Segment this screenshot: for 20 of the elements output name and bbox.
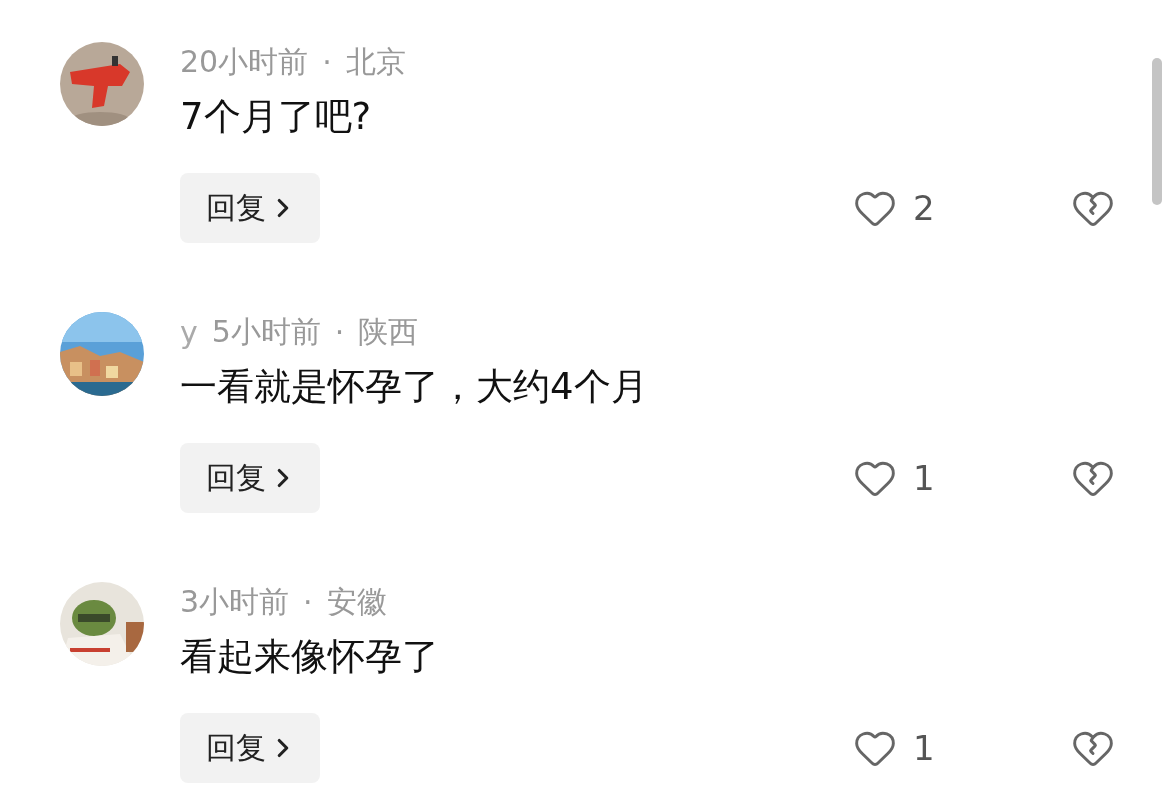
comment-text: 7个月了吧? <box>180 95 373 139</box>
comment-location: 陕西 <box>358 313 419 351</box>
dot-separator: · <box>303 585 313 620</box>
like-count: 1 <box>913 728 936 768</box>
comment-time: 5小时前 <box>211 313 321 351</box>
comment-time: 3小时前 <box>180 583 290 621</box>
comment-text: 看起来像怀孕了 <box>180 635 440 679</box>
reply-button[interactable]: 回复 <box>180 713 320 783</box>
comment-location: 北京 <box>345 43 406 81</box>
dot-separator: · <box>322 45 332 80</box>
comment-text: 一看就是怀孕了，大约4个月 <box>180 365 649 409</box>
comment-location: 安徽 <box>326 583 387 621</box>
comment-time: 20小时前 <box>180 43 309 81</box>
scrollbar[interactable] <box>1152 58 1162 205</box>
reply-button[interactable]: 回复 <box>180 173 320 243</box>
username: y <box>180 315 198 350</box>
reply-button[interactable]: 回复 <box>180 443 320 513</box>
dot-separator: · <box>334 315 345 350</box>
like-count: 1 <box>913 458 936 498</box>
like-count: 2 <box>913 188 936 228</box>
